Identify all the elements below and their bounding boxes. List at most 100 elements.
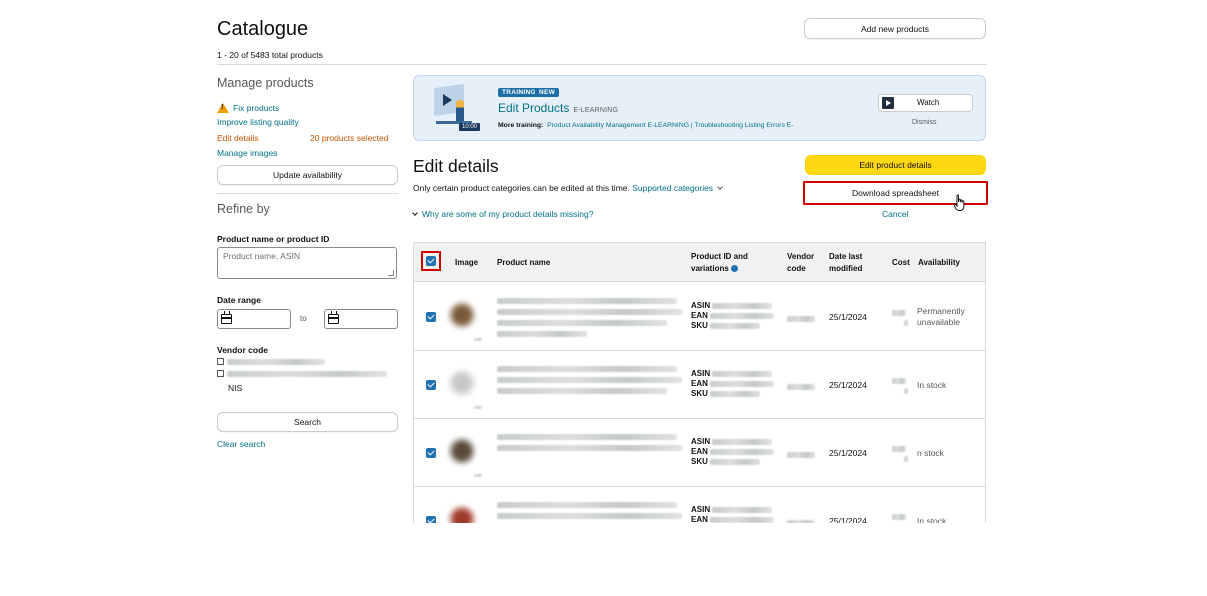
new-badge: NEW xyxy=(535,88,560,97)
fix-products-label: Fix products xyxy=(233,103,280,113)
row-checkbox[interactable] xyxy=(426,312,436,322)
manage-images-link[interactable]: Manage images xyxy=(217,148,277,158)
table-row[interactable]: ASIN EAN SKU 25/1/2024 Permanently unavail… xyxy=(414,283,985,351)
redacted-text xyxy=(710,322,761,329)
asin-label: ASIN xyxy=(691,437,711,446)
training-badge: TRAINING xyxy=(498,88,540,97)
redacted-text xyxy=(712,370,773,377)
redacted-text xyxy=(787,519,815,523)
table-row[interactable]: ASIN EAN SKU 25/1/2024 n stock xyxy=(414,419,985,487)
search-button[interactable]: Search xyxy=(217,412,398,432)
update-availability-button[interactable]: Update availability xyxy=(217,165,398,185)
availability-line1: In stock xyxy=(917,380,947,390)
date-from-input[interactable] xyxy=(217,309,291,329)
dismiss-link[interactable]: Dismiss xyxy=(912,119,937,126)
table-header: Image Product name Product ID and variati… xyxy=(414,243,985,282)
more-training-links[interactable]: Product Availability Management E-LEARNI… xyxy=(547,122,793,129)
col-vendor-line2: code xyxy=(787,264,806,273)
col-date-line1: Date last xyxy=(829,252,863,261)
training-banner: 10:00 TRAINING NEW Edit Products E-LEARNI… xyxy=(413,75,986,141)
vendor-checkbox[interactable] xyxy=(217,370,224,377)
calendar-icon xyxy=(221,311,232,324)
vendor-option[interactable] xyxy=(217,357,325,366)
availability-line1: n stock xyxy=(917,448,944,458)
play-icon xyxy=(882,97,894,109)
cancel-link[interactable]: Cancel xyxy=(882,209,908,219)
row-checkbox[interactable] xyxy=(426,516,436,523)
product-count: 1 - 20 of 5483 total products xyxy=(217,50,323,60)
vendor-checkbox[interactable] xyxy=(217,358,224,365)
redacted-text xyxy=(710,458,761,465)
redacted-text xyxy=(474,406,482,410)
row-checkbox[interactable] xyxy=(426,448,436,458)
col-vendor-line1: Vendor xyxy=(787,252,815,261)
redacted-text xyxy=(497,444,682,451)
products-table: Image Product name Product ID and variati… xyxy=(413,242,986,523)
ean-label: EAN xyxy=(691,447,708,456)
ean-label: EAN xyxy=(691,515,708,523)
date-to-input[interactable] xyxy=(324,309,398,329)
product-name-link[interactable] xyxy=(497,295,682,339)
product-thumbnail[interactable] xyxy=(447,300,477,330)
vendor-code xyxy=(787,449,815,459)
watch-label: Watch xyxy=(917,98,940,107)
resize-handle[interactable] xyxy=(388,270,394,276)
product-name-link[interactable] xyxy=(497,499,682,521)
vendor-option-label: NIS xyxy=(228,383,243,393)
left-divider xyxy=(217,193,398,194)
asin-label: ASIN xyxy=(691,301,711,310)
clear-search-link[interactable]: Clear search xyxy=(217,439,265,449)
product-search-input[interactable]: Product name, ASIN xyxy=(217,247,397,279)
info-icon[interactable] xyxy=(730,265,738,272)
watch-button[interactable]: Watch xyxy=(878,94,973,112)
add-new-products-button[interactable]: Add new products xyxy=(804,18,986,39)
redacted-text xyxy=(710,380,775,387)
sku-label: SKU xyxy=(691,321,708,330)
redacted-text xyxy=(227,370,387,377)
redacted-text xyxy=(497,365,677,372)
refine-by-heading: Refine by xyxy=(217,202,270,216)
product-thumbnail[interactable] xyxy=(447,368,477,398)
training-title-link[interactable]: Edit Products E-LEARNING xyxy=(498,101,618,115)
table-row[interactable]: ASIN EAN SKU 25/1/2024 In stock xyxy=(414,351,985,419)
cost xyxy=(892,375,908,395)
video-duration: 10:00 xyxy=(459,123,481,131)
select-all-checkbox[interactable] xyxy=(426,256,436,266)
date-modified: 25/1/2024 xyxy=(829,312,867,322)
redacted-text xyxy=(787,383,815,390)
col-date-modified: Date last modified xyxy=(829,251,862,275)
ean-label: EAN xyxy=(691,311,708,320)
sku-label: SKU xyxy=(691,457,708,466)
product-name-link[interactable] xyxy=(497,431,682,453)
redacted-text xyxy=(497,319,667,326)
supported-categories-link[interactable]: Supported categories xyxy=(632,183,713,193)
row-checkbox[interactable] xyxy=(426,380,436,390)
redacted-text xyxy=(712,438,773,445)
cost xyxy=(892,511,908,523)
redacted-text xyxy=(497,308,682,315)
product-thumbnail[interactable] xyxy=(447,504,477,523)
availability-status: In stock xyxy=(917,516,946,523)
product-name-label: Product name or product ID xyxy=(217,234,330,244)
redacted-text xyxy=(497,297,677,304)
redacted-text xyxy=(474,474,482,478)
redacted-text xyxy=(710,448,775,455)
missing-details-toggle[interactable]: Why are some of my product details missi… xyxy=(412,209,594,219)
vendor-option[interactable] xyxy=(217,369,387,378)
product-ids: ASIN EAN SKU xyxy=(691,505,775,523)
table-row[interactable]: ASIN EAN SKU 25/1/2024 In stock xyxy=(414,487,985,523)
edit-details-link[interactable]: Edit details xyxy=(217,133,259,143)
ean-label: EAN xyxy=(691,379,708,388)
product-ids: ASIN EAN SKU xyxy=(691,301,775,331)
product-name-link[interactable] xyxy=(497,363,682,396)
fix-products-link[interactable]: Fix products xyxy=(217,101,279,113)
availability-status: n stock xyxy=(917,448,944,459)
edit-product-details-button[interactable]: Edit product details xyxy=(805,155,986,175)
date-range-label: Date range xyxy=(217,295,261,305)
redacted-text xyxy=(787,451,815,458)
missing-details-label: Why are some of my product details missi… xyxy=(422,209,594,219)
more-training: More training: Product Availability Mana… xyxy=(498,122,794,129)
col-product-id: Product ID and variations xyxy=(691,251,748,275)
product-thumbnail[interactable] xyxy=(447,436,477,466)
improve-listing-quality-link[interactable]: Improve listing quality xyxy=(217,117,299,127)
